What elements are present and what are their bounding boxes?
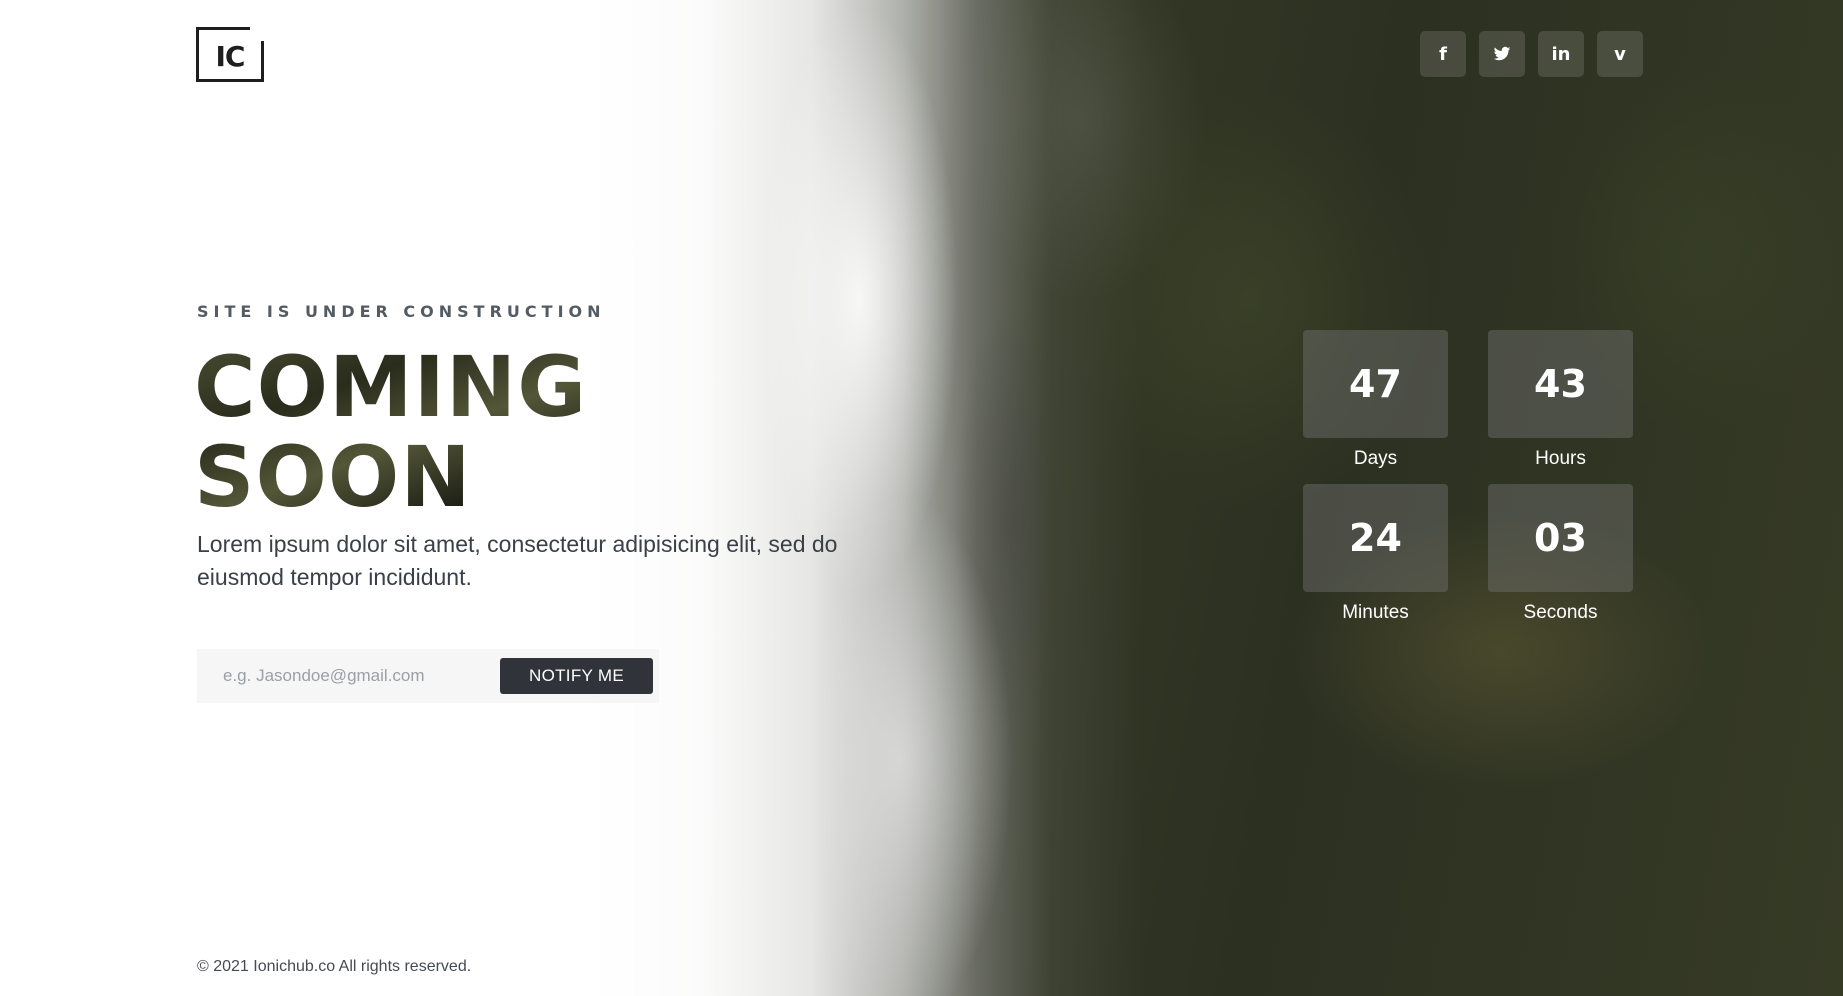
social-links: f in v (1420, 31, 1643, 77)
countdown-hours: 43 Hours (1488, 330, 1633, 474)
notify-me-button[interactable]: NOTIFY ME (500, 658, 653, 694)
countdown-minutes: 24 Minutes (1303, 484, 1448, 628)
vimeo-button[interactable]: v (1597, 31, 1643, 77)
footer-copyright: © 2021 Ionichub.co All rights reserved. (197, 958, 472, 975)
lead-text: Lorem ipsum dolor sit amet, consectetur … (197, 531, 838, 590)
days-label: Days (1353, 448, 1398, 469)
brand-logo[interactable]: IC (196, 27, 264, 82)
seconds-label: Seconds (1523, 602, 1598, 623)
twitter-button[interactable] (1479, 31, 1525, 77)
headline-line-2: SOON (194, 428, 472, 526)
countdown-days: 47 Days (1303, 330, 1448, 474)
headline-line-1: COMING (194, 338, 588, 436)
facebook-icon: f (1439, 43, 1447, 65)
facebook-button[interactable]: f (1420, 31, 1466, 77)
minutes-value: 24 (1303, 484, 1448, 592)
countdown-timer: 47 Days 43 Hours 24 Minutes 03 Seconds (1303, 330, 1633, 628)
countdown-seconds: 03 Seconds (1488, 484, 1633, 628)
email-input[interactable] (197, 649, 497, 703)
vimeo-icon: v (1614, 43, 1626, 65)
linkedin-button[interactable]: in (1538, 31, 1584, 77)
twitter-icon (1493, 46, 1511, 61)
days-value: 47 (1303, 330, 1448, 438)
hours-value: 43 (1488, 330, 1633, 438)
notify-form: NOTIFY ME (197, 649, 659, 703)
hours-label: Hours (1535, 448, 1586, 469)
construction-eyebrow: SITE IS UNDER CONSTRUCTION (197, 302, 606, 321)
linkedin-icon: in (1551, 43, 1571, 65)
seconds-value: 03 (1488, 484, 1633, 592)
logo-text: IC (215, 40, 246, 73)
minutes-label: Minutes (1342, 602, 1409, 623)
coming-soon-headline: COMING SOON (194, 342, 587, 522)
